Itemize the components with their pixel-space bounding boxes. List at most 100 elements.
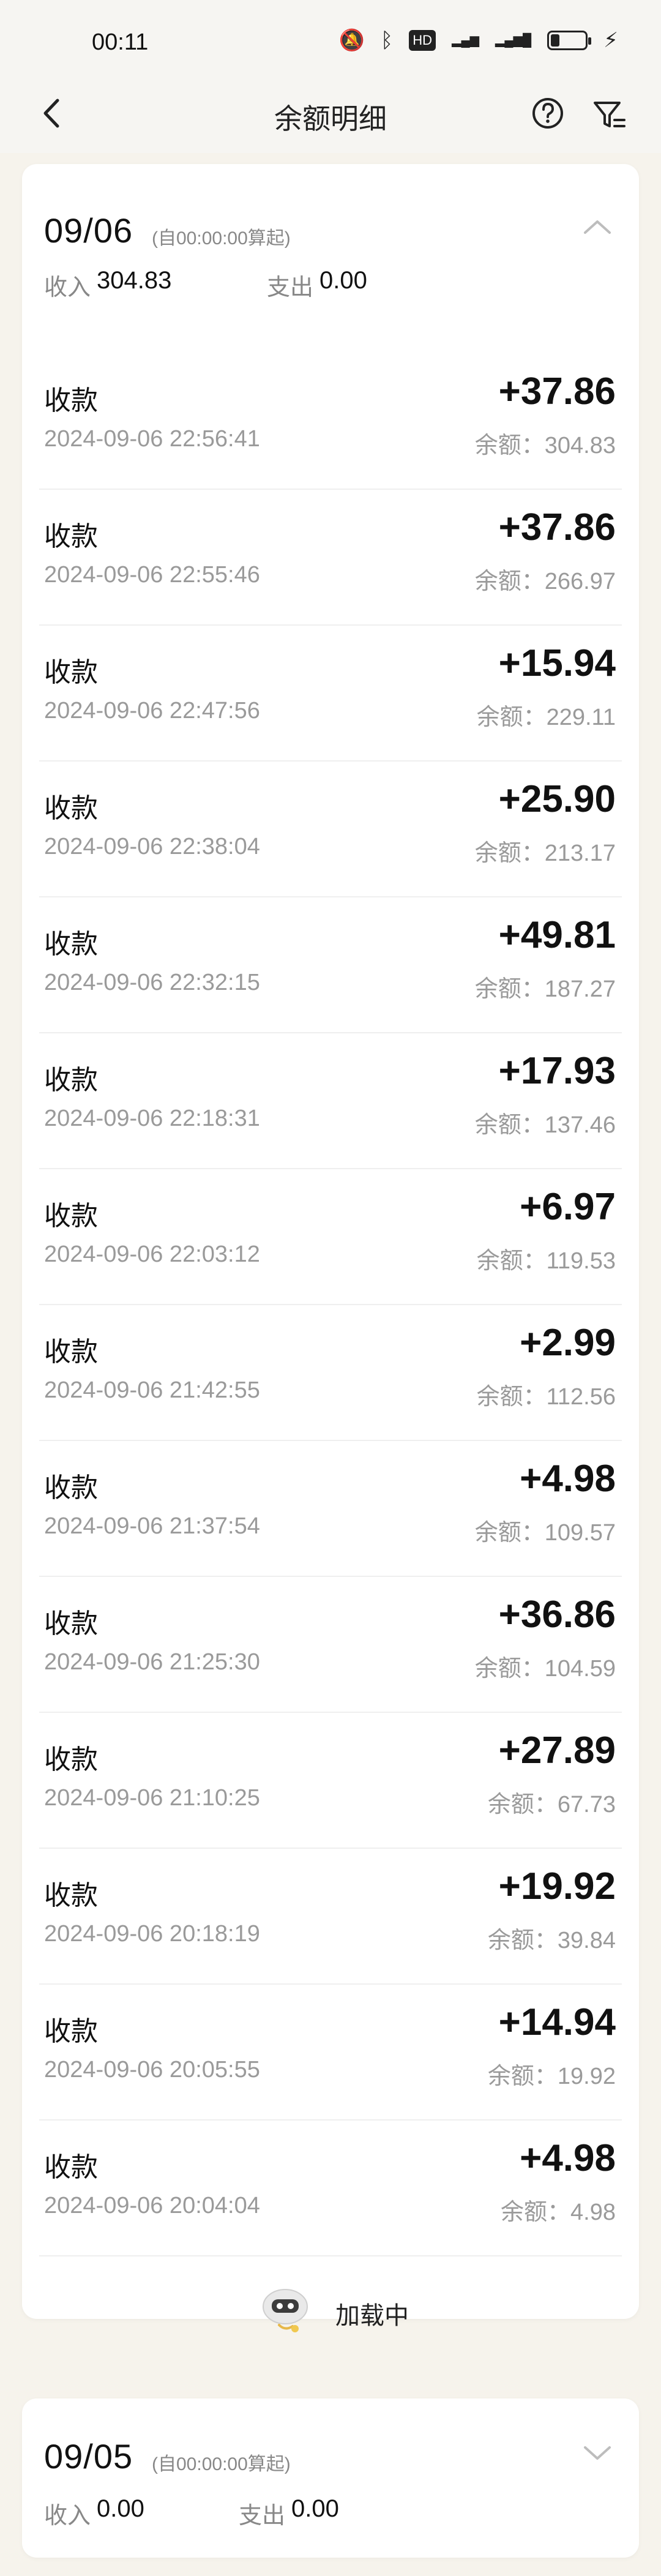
nav-bar: 余额明细 — [0, 73, 661, 153]
transaction-type: 收款 — [44, 657, 98, 687]
transaction-row[interactable]: 收款 2024-09-06 22:03:12 +6.97 余额：119.53 — [39, 1169, 622, 1305]
hd-icon: HD — [409, 30, 436, 51]
battery-icon — [547, 31, 592, 50]
transaction-amount: +37.86 — [498, 370, 616, 413]
transaction-row[interactable]: 收款 2024-09-06 22:56:41 +37.86 余额：304.83 — [39, 354, 622, 490]
transaction-row[interactable]: 收款 2024-09-06 20:04:04 +4.98 余额：4.98 — [39, 2121, 622, 2256]
day-date: 09/06 — [44, 211, 133, 250]
transaction-row[interactable]: 收款 2024-09-06 22:32:15 +49.81 余额：187.27 — [39, 897, 622, 1033]
transaction-time: 2024-09-06 21:37:54 — [44, 1513, 260, 1539]
income-value: 0.00 — [97, 2495, 144, 2522]
status-bar: 00:11 🔕 ᛒ HD ▂▄▆ ▂▄▆█ ⚡ — [0, 0, 661, 86]
day-card: 09/05 (自00:00:00算起) 收入 0.00 支出 0.00 — [22, 2398, 639, 2558]
transaction-balance: 余额：109.57 — [474, 1520, 616, 1546]
transaction-time: 2024-09-06 22:56:41 — [44, 426, 260, 452]
transaction-row[interactable]: 收款 2024-09-06 21:42:55 +2.99 余额：112.56 — [39, 1305, 622, 1441]
day-date-note: (自00:00:00算起) — [152, 228, 291, 249]
loading-text: 加载中 — [335, 2302, 409, 2329]
status-icons: 🔕 ᛒ HD ▂▄▆ ▂▄▆█ ⚡ — [339, 28, 618, 53]
transaction-type: 收款 — [44, 386, 98, 416]
transaction-type: 收款 — [44, 2152, 98, 2182]
transaction-amount: +4.98 — [520, 2137, 616, 2179]
transaction-amount: +27.89 — [498, 1729, 616, 1772]
transaction-amount: +4.98 — [520, 1458, 616, 1500]
mute-icon: 🔕 — [338, 29, 365, 52]
wifi-x-icon: ▂▄▆ — [452, 34, 480, 47]
transaction-amount: +25.90 — [498, 778, 616, 820]
transaction-amount: +17.93 — [498, 1050, 616, 1092]
transaction-time: 2024-09-06 22:18:31 — [44, 1106, 260, 1131]
transaction-time: 2024-09-06 22:55:46 — [44, 562, 260, 588]
transaction-time: 2024-09-06 22:32:15 — [44, 970, 260, 995]
transaction-type: 收款 — [44, 1337, 98, 1367]
day-card: 09/06 (自00:00:00算起) 收入 304.83 支出 0.00 收款… — [22, 164, 639, 2332]
status-time: 00:11 — [92, 29, 149, 55]
chevron-up-icon[interactable] — [579, 214, 616, 239]
transaction-row[interactable]: 收款 2024-09-06 22:18:31 +17.93 余额：137.46 — [39, 1033, 622, 1169]
transaction-row[interactable]: 收款 2024-09-06 22:38:04 +25.90 余额：213.17 — [39, 762, 622, 897]
transaction-amount: +19.92 — [498, 1865, 616, 1908]
transaction-type: 收款 — [44, 929, 98, 959]
transaction-balance: 余额：104.59 — [474, 1656, 616, 1682]
5g-signal-icon: ▂▄▆█ — [495, 34, 532, 47]
transaction-balance: 余额：19.92 — [487, 2064, 616, 2089]
expense-label: 支出 — [239, 2503, 286, 2529]
transaction-time: 2024-09-06 20:18:19 — [44, 1921, 260, 1947]
transaction-list: 收款 2024-09-06 22:56:41 +37.86 余额：304.83 … — [22, 354, 639, 2367]
expense-label: 支出 — [267, 275, 314, 301]
transaction-balance: 余额：67.73 — [487, 1792, 616, 1818]
transaction-balance: 余额：4.98 — [501, 2200, 616, 2225]
day-header[interactable]: 09/05 (自00:00:00算起) 收入 0.00 支出 0.00 — [22, 2398, 639, 2576]
charging-icon: ⚡ — [603, 29, 618, 52]
transaction-time: 2024-09-06 20:05:55 — [44, 2057, 260, 2083]
transaction-amount: +37.86 — [498, 506, 616, 549]
transaction-amount: +14.94 — [498, 2001, 616, 2043]
transaction-type: 收款 — [44, 1745, 98, 1775]
transaction-time: 2024-09-06 21:42:55 — [44, 1377, 260, 1403]
transaction-time: 2024-09-06 20:04:04 — [44, 2193, 260, 2218]
transaction-type: 收款 — [44, 793, 98, 823]
day-header[interactable]: 09/06 (自00:00:00算起) 收入 304.83 支出 0.00 — [22, 164, 639, 342]
transaction-balance: 余额：213.17 — [474, 841, 616, 866]
transaction-balance: 余额：119.53 — [476, 1248, 616, 1274]
income-label: 收入 — [44, 2503, 91, 2529]
transaction-balance: 余额：112.56 — [476, 1384, 616, 1410]
transaction-row[interactable]: 收款 2024-09-06 21:37:54 +4.98 余额：109.57 — [39, 1441, 622, 1577]
transaction-time: 2024-09-06 21:10:25 — [44, 1785, 260, 1811]
transaction-row[interactable]: 收款 2024-09-06 21:10:25 +27.89 余额：67.73 — [39, 1713, 622, 1849]
transaction-amount: +15.94 — [498, 642, 616, 684]
transaction-type: 收款 — [44, 1473, 98, 1503]
chevron-down-icon[interactable] — [579, 2440, 616, 2465]
loading-mascot-icon — [263, 2289, 308, 2332]
transaction-row[interactable]: 收款 2024-09-06 20:18:19 +19.92 余额：39.84 — [39, 1849, 622, 1985]
transaction-balance: 余额：304.83 — [474, 433, 616, 459]
transaction-time: 2024-09-06 22:47:56 — [44, 698, 260, 724]
help-icon[interactable] — [526, 92, 569, 135]
transaction-balance: 余额：137.46 — [474, 1112, 616, 1138]
expense-value: 0.00 — [291, 2495, 339, 2522]
transaction-time: 2024-09-06 22:38:04 — [44, 834, 260, 859]
transaction-type: 收款 — [44, 2016, 98, 2046]
transaction-row[interactable]: 收款 2024-09-06 21:25:30 +36.86 余额：104.59 — [39, 1577, 622, 1713]
bluetooth-icon: ᛒ — [380, 28, 394, 52]
transaction-type: 收款 — [44, 1609, 98, 1639]
transaction-balance: 余额：229.11 — [476, 705, 616, 730]
transaction-row[interactable]: 收款 2024-09-06 20:05:55 +14.94 余额：19.92 — [39, 1985, 622, 2121]
transaction-row[interactable]: 收款 2024-09-06 22:55:46 +37.86 余额：266.97 — [39, 490, 622, 626]
filter-icon[interactable] — [588, 93, 630, 136]
loading-row: 加载中 — [22, 2256, 639, 2367]
day-date-note: (自00:00:00算起) — [152, 2454, 291, 2474]
income-label: 收入 — [44, 275, 91, 301]
transaction-type: 收款 — [44, 1881, 98, 1911]
transaction-amount: +49.81 — [498, 914, 616, 956]
transaction-time: 2024-09-06 21:25:30 — [44, 1649, 260, 1675]
transaction-type: 收款 — [44, 522, 98, 552]
day-date: 09/05 — [44, 2437, 133, 2476]
income-value: 304.83 — [97, 267, 172, 294]
transaction-balance: 余额：266.97 — [474, 569, 616, 594]
transaction-time: 2024-09-06 22:03:12 — [44, 1241, 260, 1267]
transaction-balance: 余额：39.84 — [487, 1928, 616, 1953]
transaction-row[interactable]: 收款 2024-09-06 22:47:56 +15.94 余额：229.11 — [39, 626, 622, 762]
transaction-type: 收款 — [44, 1201, 98, 1231]
transaction-balance: 余额：187.27 — [474, 976, 616, 1002]
